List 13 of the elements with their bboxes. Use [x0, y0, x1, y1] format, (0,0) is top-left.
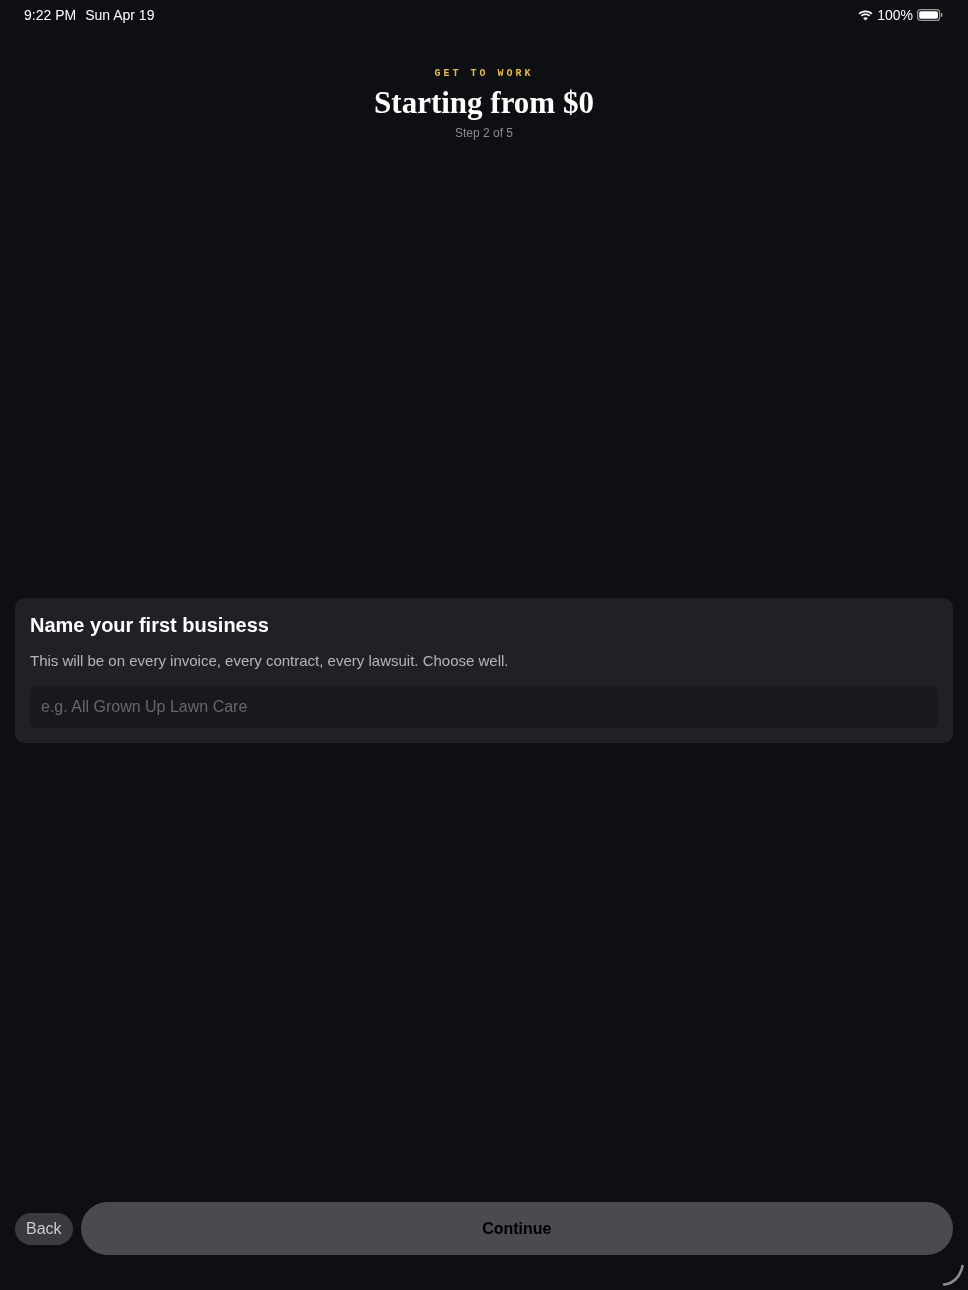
card-description: This will be on every invoice, every contract, every lawsuit. Choose well.	[30, 651, 510, 671]
eyebrow-label: GET TO WORK	[434, 68, 534, 80]
page-title: Starting from $0	[374, 85, 594, 121]
status-time: 9:22 PM	[24, 5, 77, 25]
business-name-input[interactable]: e.g. All Grown Up Lawn Care	[30, 686, 938, 728]
card-title: Name your first business	[30, 613, 270, 638]
battery-percentage: 100%	[877, 5, 913, 25]
corner-handle-icon[interactable]	[942, 1264, 964, 1286]
wifi-icon	[858, 9, 874, 21]
battery-icon	[917, 9, 943, 21]
status-date: Sun Apr 19	[85, 5, 155, 25]
step-indicator: Step 2 of 5	[454, 125, 513, 141]
back-button[interactable]: Back	[15, 1212, 73, 1245]
